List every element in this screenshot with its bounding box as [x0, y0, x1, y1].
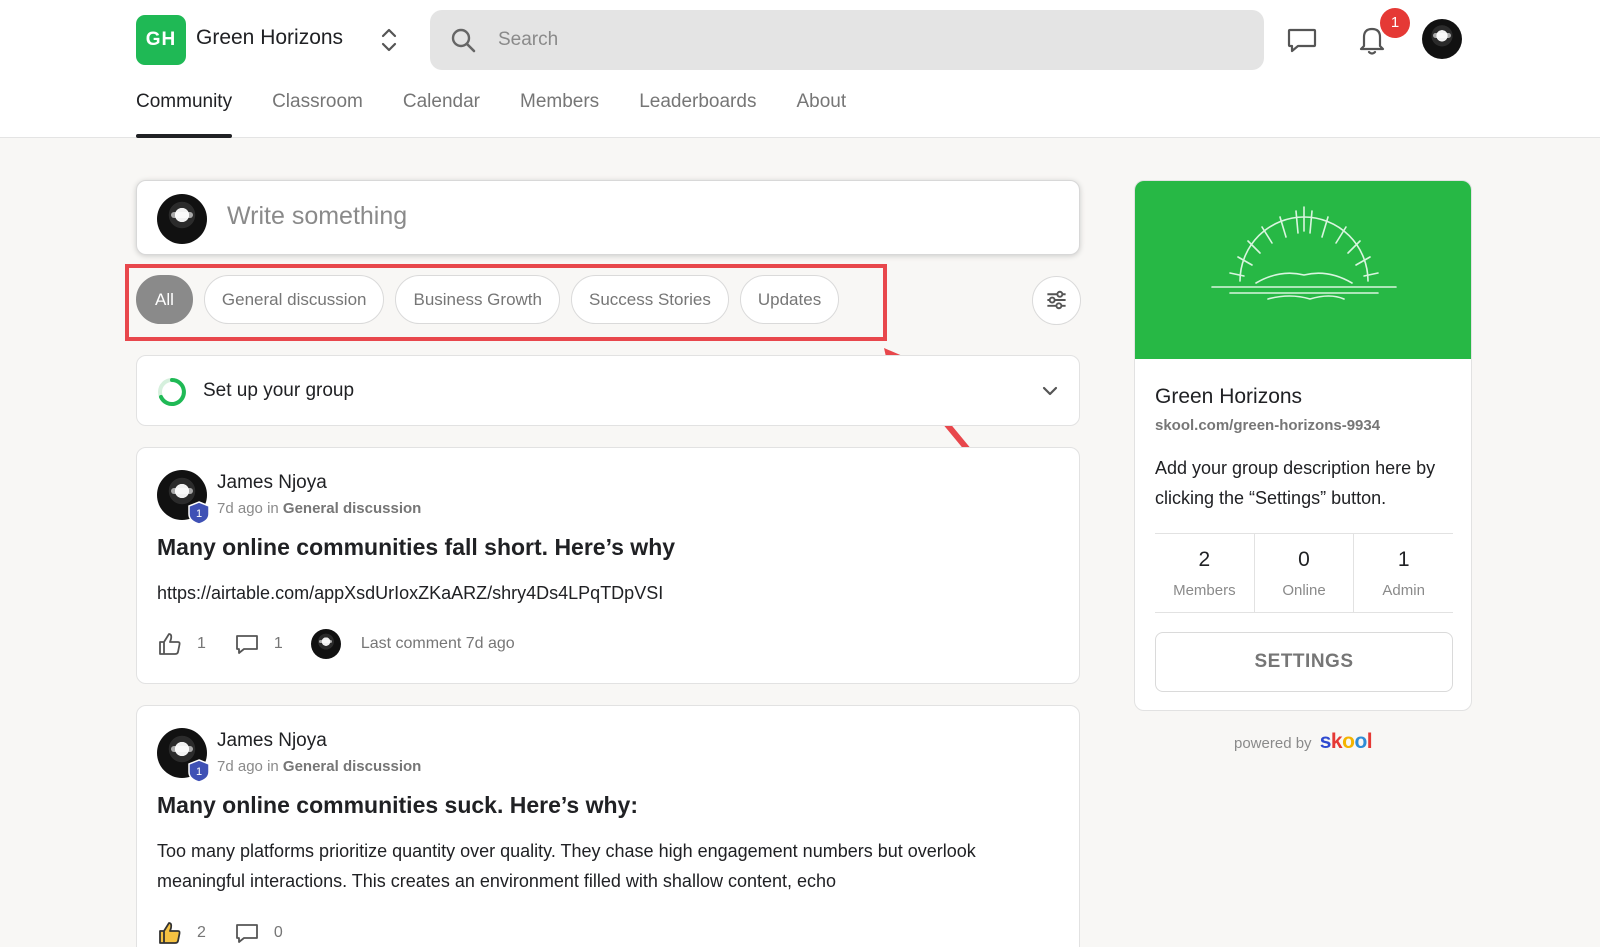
search-bar — [430, 10, 1264, 70]
filter-settings-button[interactable] — [1032, 276, 1081, 325]
post-time: 7d ago — [217, 758, 263, 775]
post-card[interactable]: 1 James Njoya 7d ago in General discussi… — [136, 447, 1080, 684]
stat-value: 1 — [1397, 548, 1410, 571]
post-composer[interactable]: Write something — [136, 180, 1080, 255]
post-in-word: in — [267, 758, 279, 775]
comment-count: 1 — [273, 635, 283, 652]
annotation-highlight-box — [125, 264, 887, 341]
composer-placeholder[interactable]: Write something — [227, 202, 407, 231]
powered-by[interactable]: powered by skool — [1234, 730, 1373, 754]
author-name[interactable]: James Njoya — [217, 472, 327, 494]
search-icon — [451, 28, 476, 53]
tab-about[interactable]: About — [796, 90, 846, 138]
top-header: GH Green Horizons 1 Community Classroom … — [0, 0, 1600, 138]
like-count: 2 — [197, 924, 206, 941]
post-time: 7d ago — [217, 500, 263, 517]
post-category[interactable]: General discussion — [283, 500, 421, 517]
setup-group-card[interactable]: Set up your group — [136, 355, 1080, 426]
chevron-up-down-icon[interactable] — [378, 24, 400, 56]
post-body: Too many platforms prioritize quantity o… — [157, 841, 976, 891]
tab-leaderboards[interactable]: Leaderboards — [639, 90, 756, 138]
stat-members[interactable]: 2 Members — [1155, 534, 1254, 612]
comment-icon[interactable] — [234, 920, 260, 946]
user-avatar[interactable] — [1422, 19, 1462, 59]
post-card[interactable]: 1 James Njoya 7d ago in General discussi… — [136, 705, 1080, 947]
like-count: 1 — [197, 635, 206, 652]
tab-calendar[interactable]: Calendar — [403, 90, 480, 138]
comment-icon[interactable] — [234, 631, 260, 657]
stat-value: 2 — [1198, 548, 1211, 571]
commenter-avatar[interactable] — [310, 629, 341, 659]
progress-ring-icon — [158, 378, 186, 406]
skool-logo: skool — [1319, 730, 1373, 753]
stat-online[interactable]: 0 Online — [1253, 534, 1354, 612]
author-name[interactable]: James Njoya — [217, 730, 327, 752]
post-actions: 2 0 — [157, 918, 311, 947]
svg-text:1: 1 — [196, 508, 202, 520]
settings-button[interactable]: SETTINGS — [1155, 632, 1453, 692]
post-meta: 7d ago in General discussion — [217, 500, 421, 517]
post-actions: 1 1 Last comment 7d ago — [157, 629, 515, 659]
sliders-icon — [1047, 290, 1066, 310]
setup-title: Set up your group — [203, 380, 355, 401]
post-title[interactable]: Many online communities fall short. Here… — [157, 534, 675, 561]
svg-text:1: 1 — [196, 766, 202, 778]
group-description: Add your group description here by click… — [1155, 458, 1436, 508]
tab-community[interactable]: Community — [136, 90, 233, 138]
post-meta: 7d ago in General discussion — [217, 758, 421, 775]
powered-by-text: powered by — [1234, 735, 1312, 752]
level-badge-icon: 1 — [188, 759, 210, 783]
group-logo[interactable]: GH — [136, 15, 186, 65]
group-info-card: Green Horizons skool.com/green-horizons-… — [1134, 180, 1472, 711]
group-url[interactable]: skool.com/green-horizons-9934 — [1155, 417, 1380, 434]
comment-count: 0 — [273, 924, 283, 941]
post-in-word: in — [267, 500, 279, 517]
post-title[interactable]: Many online communities suck. Here’s why… — [157, 792, 638, 819]
last-comment-text[interactable]: Last comment 7d ago — [361, 635, 515, 653]
composer-avatar — [157, 194, 207, 244]
stat-label: Admin — [1382, 582, 1425, 599]
tab-members[interactable]: Members — [520, 90, 599, 138]
sidebar-group-name: Green Horizons — [1155, 385, 1303, 408]
thumbs-up-icon[interactable] — [157, 920, 183, 946]
stat-value: 0 — [1298, 548, 1310, 571]
stat-admin[interactable]: 1 Admin — [1353, 534, 1453, 612]
sunrise-icon — [1211, 206, 1397, 300]
post-body: https://airtable.com/appXsdUrIoxZKaARZ/s… — [157, 583, 664, 603]
chat-icon[interactable] — [1286, 24, 1318, 56]
stat-label: Online — [1282, 582, 1326, 599]
post-category[interactable]: General discussion — [283, 758, 421, 775]
group-stats: 2 Members 0 Online 1 Admin — [1155, 533, 1453, 613]
tab-classroom[interactable]: Classroom — [272, 90, 363, 138]
notification-badge: 1 — [1380, 8, 1410, 38]
stat-label: Members — [1173, 582, 1236, 599]
level-badge-icon: 1 — [188, 501, 210, 525]
thumbs-up-icon[interactable] — [157, 631, 183, 657]
group-banner — [1135, 181, 1471, 359]
group-name[interactable]: Green Horizons — [196, 26, 343, 50]
chevron-down-icon[interactable] — [1041, 382, 1059, 400]
main-nav: Community Classroom Calendar Members Lea… — [136, 90, 846, 138]
search-input[interactable] — [498, 10, 1238, 70]
